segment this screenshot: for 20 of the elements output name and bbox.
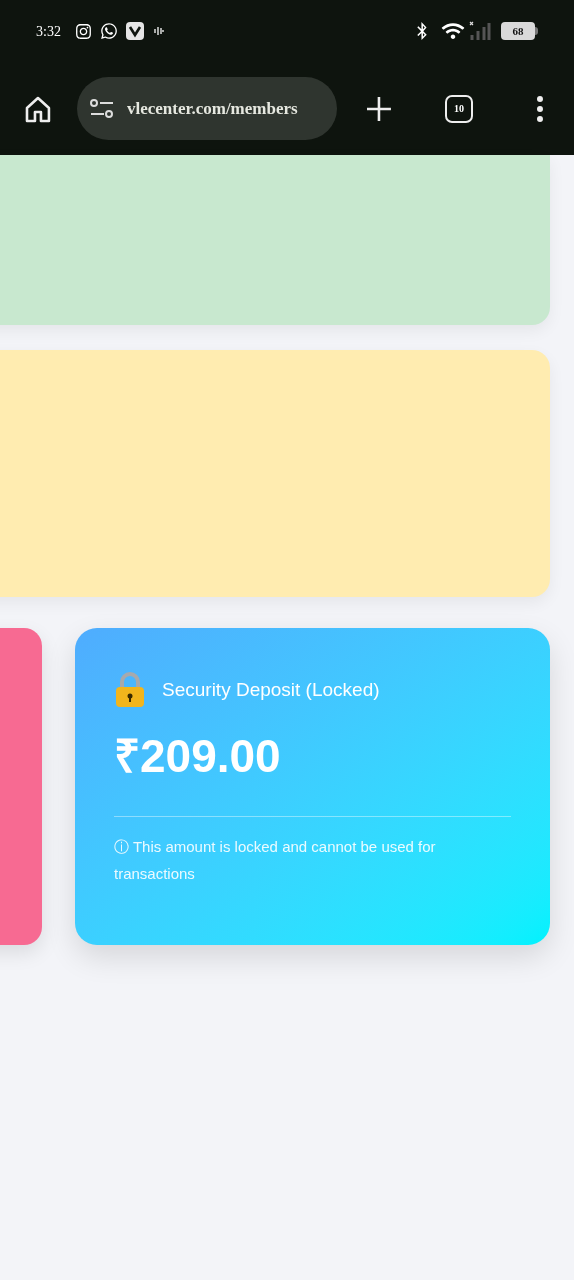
site-settings-icon[interactable] [89, 98, 114, 119]
tab-count-button[interactable]: 10 [445, 94, 473, 123]
note-text: ⓘ This amount is locked and cannot be used for transactions [114, 836, 437, 884]
camera-icon [74, 22, 92, 40]
battery-icon: 68 [501, 22, 538, 40]
home-icon[interactable] [24, 94, 52, 123]
deposit-amount: ₹209.00 [114, 729, 282, 784]
bluetooth-icon [415, 22, 429, 40]
signal-icon [469, 21, 491, 41]
address-bar[interactable]: vlecenter.com/members [76, 77, 338, 140]
wifi-icon [441, 22, 465, 40]
v-app-icon [125, 22, 144, 40]
status-time: 3:32 [36, 22, 61, 41]
chat-bubble-icon [99, 22, 118, 40]
plus-icon[interactable] [366, 95, 393, 122]
more-menu-icon[interactable] [536, 94, 544, 123]
sound-wave-icon [153, 26, 164, 36]
card-title: Security Deposit (Locked) [162, 677, 380, 702]
padlock-icon [114, 672, 146, 708]
url-text: vlecenter.com/members [126, 97, 298, 120]
